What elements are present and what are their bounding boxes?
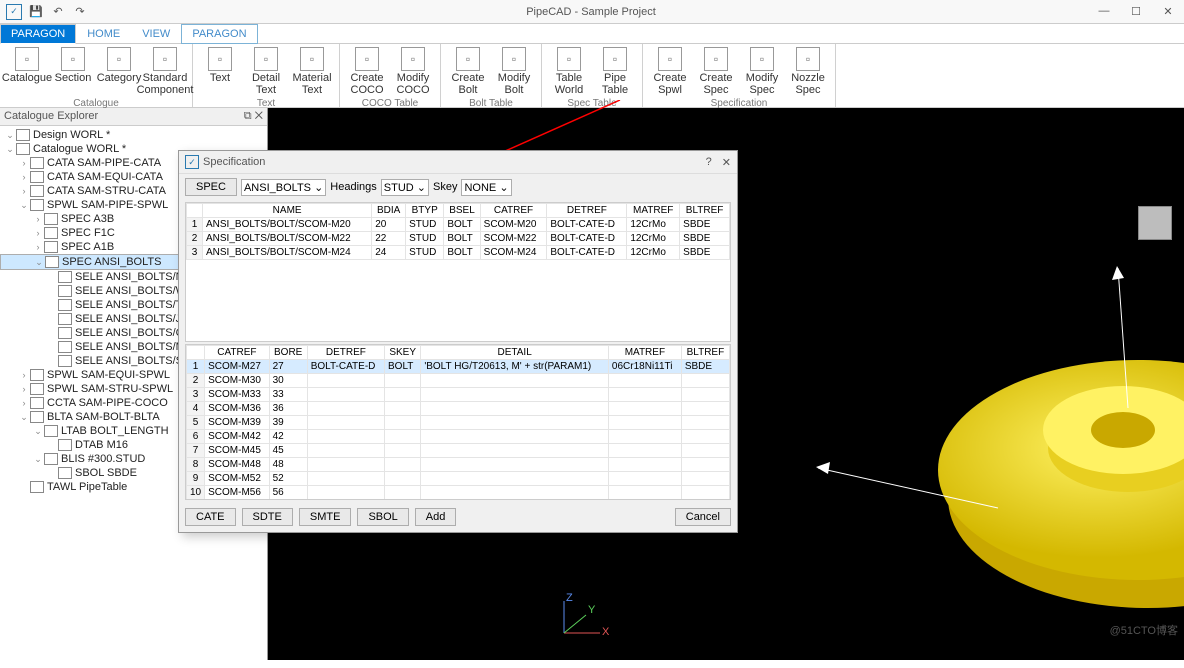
axes-gizmo: Z X Y (552, 593, 612, 646)
ribbon-modify-coco[interactable]: ▫Modify COCO (390, 46, 436, 97)
ribbon-nozzle-spec[interactable]: ▫Nozzle Spec (785, 46, 831, 97)
cancel-button[interactable]: Cancel (675, 508, 731, 526)
ribbon-material-text[interactable]: ▫Material Text (289, 46, 335, 97)
ribbon-create-spec[interactable]: ▫Create Spec (693, 46, 739, 97)
ribbon-create-spwl[interactable]: ▫Create Spwl (647, 46, 693, 97)
watermark: @51CTO博客 (1110, 622, 1178, 638)
svg-text:Y: Y (588, 604, 596, 616)
dialog-close-icon[interactable]: ✕ (722, 156, 731, 169)
window-title: PipeCAD - Sample Project (94, 6, 1088, 18)
ribbon-pipe-table[interactable]: ▫Pipe Table (592, 46, 638, 97)
ribbon-catalogue[interactable]: ▫Catalogue (4, 46, 50, 97)
sidebar-title: Catalogue Explorer (4, 110, 98, 123)
save-icon[interactable]: 💾 (28, 4, 44, 20)
spec-table-lower[interactable]: CATREFBOREDETREFSKEYDETAILMATREFBLTREF1S… (185, 344, 731, 500)
ribbon-section[interactable]: ▫Section (50, 46, 96, 97)
ribbon-standard-component[interactable]: ▫Standard Component (142, 46, 188, 97)
dialog-icon: ✓ (185, 155, 199, 169)
ribbon-tab-view[interactable]: VIEW (131, 24, 181, 44)
close-button[interactable]: ✕ (1152, 5, 1184, 18)
ribbon-modify-bolt[interactable]: ▫Modify Bolt (491, 46, 537, 97)
cate-button[interactable]: CATE (185, 508, 236, 526)
ribbon-tab-paragon[interactable]: PARAGON (0, 24, 76, 44)
headings-select[interactable]: STUD ⌄ (381, 179, 429, 196)
dialog-title: Specification (203, 156, 265, 168)
ribbon-category[interactable]: ▫Category (96, 46, 142, 97)
sbol-button[interactable]: SBOL (357, 508, 408, 526)
spec-button[interactable]: SPEC (185, 178, 237, 196)
ribbon-tab-paragon[interactable]: PARAGON (181, 24, 257, 44)
svg-text:X: X (602, 626, 610, 638)
spec-select[interactable]: ANSI_BOLTS ⌄ (241, 179, 326, 196)
help-icon[interactable]: ? (706, 156, 712, 168)
undo-icon[interactable]: ↶ (50, 4, 66, 20)
ribbon-text[interactable]: ▫Text (197, 46, 243, 97)
sidebar-close-icon[interactable]: ✕ (255, 110, 263, 122)
skey-label: Skey (433, 181, 457, 193)
sdte-button[interactable]: SDTE (242, 508, 293, 526)
skey-select[interactable]: NONE ⌄ (461, 179, 511, 196)
minimize-button[interactable]: — (1088, 5, 1120, 18)
ribbon-tab-home[interactable]: HOME (76, 24, 131, 44)
ribbon-create-coco[interactable]: ▫Create COCO (344, 46, 390, 97)
ribbon-modify-spec[interactable]: ▫Modify Spec (739, 46, 785, 97)
redo-icon[interactable]: ↷ (72, 4, 88, 20)
smte-button[interactable]: SMTE (299, 508, 352, 526)
specification-dialog: ✓ Specification ? ✕ SPEC ANSI_BOLTS ⌄ He… (178, 150, 738, 533)
ribbon-detail-text[interactable]: ▫Detail Text (243, 46, 289, 97)
headings-label: Headings (330, 181, 376, 193)
svg-text:Z: Z (566, 593, 573, 604)
app-icon: ✓ (6, 4, 22, 20)
ribbon-table-world[interactable]: ▫Table World (546, 46, 592, 97)
sidebar-undock-icon[interactable]: ⧉ (244, 110, 252, 122)
add-button[interactable]: Add (415, 508, 457, 526)
maximize-button[interactable]: ☐ (1120, 5, 1152, 18)
spec-table-upper[interactable]: NAMEBDIABTYPBSELCATREFDETREFMATREFBLTREF… (185, 202, 731, 342)
ribbon-create-bolt[interactable]: ▫Create Bolt (445, 46, 491, 97)
tree-node[interactable]: ⌄Design WORL * (0, 128, 267, 142)
